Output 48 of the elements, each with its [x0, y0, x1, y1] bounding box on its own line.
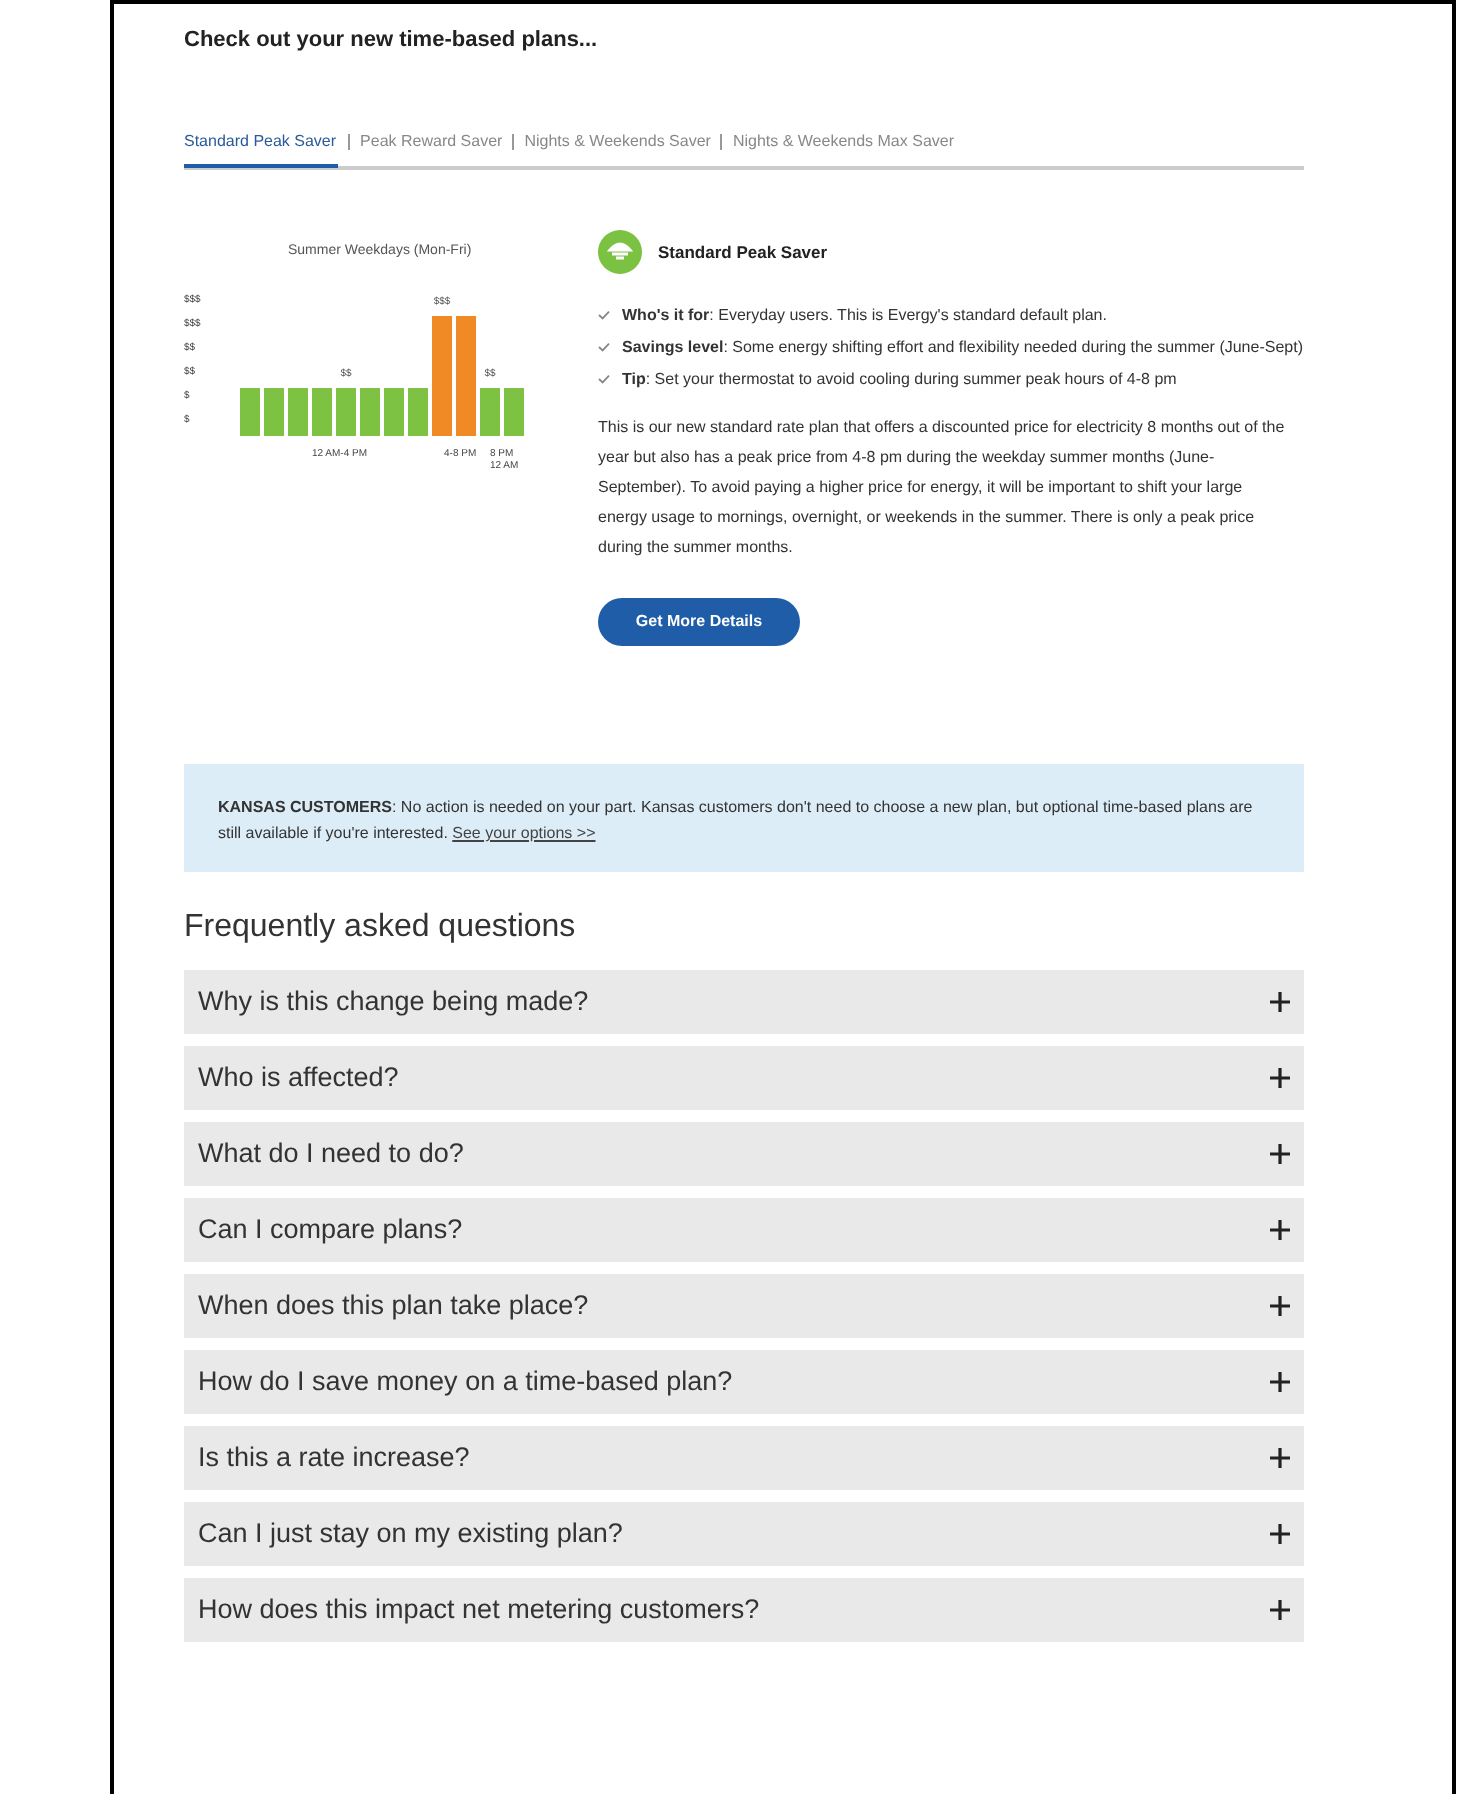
offpeak-bar	[408, 387, 428, 435]
check-icon	[598, 374, 610, 384]
plan-name: Standard Peak Saver	[658, 239, 828, 265]
check-icon	[598, 342, 610, 352]
plus-icon	[1270, 1448, 1290, 1468]
plan-feature: Savings level: Some energy shifting effort and flexibility needed during the summer (June-Sept)	[622, 336, 1303, 360]
plus-icon	[1270, 1524, 1290, 1544]
peak-bar	[456, 315, 476, 435]
faq-item[interactable]: Is this a rate increase?	[184, 1426, 1304, 1490]
offpeak-bar	[480, 387, 500, 435]
faq-item[interactable]: Can I compare plans?	[184, 1198, 1304, 1262]
faq-item[interactable]: When does this plan take place?	[184, 1274, 1304, 1338]
faq-item[interactable]: Why is this change being made?	[184, 970, 1304, 1034]
plan-icon	[598, 230, 642, 274]
plan-tab[interactable]: Peak Reward Saver	[360, 116, 503, 166]
plan-tab[interactable]: Nights & Weekends Max Saver	[732, 116, 955, 166]
offpeak-bar	[336, 387, 356, 435]
plus-icon	[1270, 1600, 1290, 1620]
plus-icon	[1270, 1220, 1290, 1240]
offpeak-bar	[288, 387, 308, 435]
plus-icon	[1270, 1068, 1290, 1088]
offpeak-bar	[264, 387, 284, 435]
peak-bar	[432, 315, 452, 435]
offpeak-bar	[360, 387, 380, 435]
plan-tab[interactable]: Nights & Weekends Saver	[524, 116, 711, 166]
plus-icon	[1270, 1372, 1290, 1392]
faq-item[interactable]: How do I save money on a time-based plan?	[184, 1350, 1304, 1414]
plan-description: This is our new standard rate plan that offers a discounted price for electricity 8 months out of the year but also has a peak price from 4-8 pm during the weekday summer months (June-September). To avoid paying a higher price for energy, it will be important to shift your large energy usage to mornings, overnight, or weekends in the summer. There is only a peak price during the summer months.	[598, 416, 1287, 560]
offpeak-bar	[240, 387, 260, 435]
plan-feature: Tip: Set your thermostat to avoid cooling during summer peak hours of 4-8 pm	[622, 368, 1177, 392]
offpeak-bar	[384, 387, 404, 435]
plus-icon	[1270, 1296, 1290, 1316]
faq-item[interactable]: Who is affected?	[184, 1046, 1304, 1110]
options-link[interactable]: See your options >>	[452, 824, 596, 842]
plan-tab[interactable]: Standard Peak Saver	[184, 118, 339, 168]
page-heading: Check out your new time-based plans...	[184, 26, 600, 56]
faq-title: Frequently asked questions	[184, 908, 578, 948]
offpeak-bar	[504, 387, 524, 435]
faq-item[interactable]: What do I need to do?	[184, 1122, 1304, 1186]
faq-item[interactable]: Can I just stay on my existing plan?	[184, 1502, 1304, 1566]
offpeak-bar	[312, 387, 332, 435]
details-button[interactable]: Get More Details	[598, 598, 800, 646]
check-icon	[598, 310, 610, 320]
faq-item[interactable]: How does this impact net metering customers?	[184, 1578, 1304, 1642]
plan-feature: Who's it for: Everyday users. This is Evergy's standard default plan.	[622, 304, 1107, 328]
plus-icon	[1270, 992, 1290, 1012]
plus-icon	[1270, 1144, 1290, 1164]
notice-text: KANSAS CUSTOMERS: No action is needed on your part. Kansas customers don't need to choose a new plan, but optional time-based plans are still available if you're interested. See your options >>	[218, 796, 1255, 846]
